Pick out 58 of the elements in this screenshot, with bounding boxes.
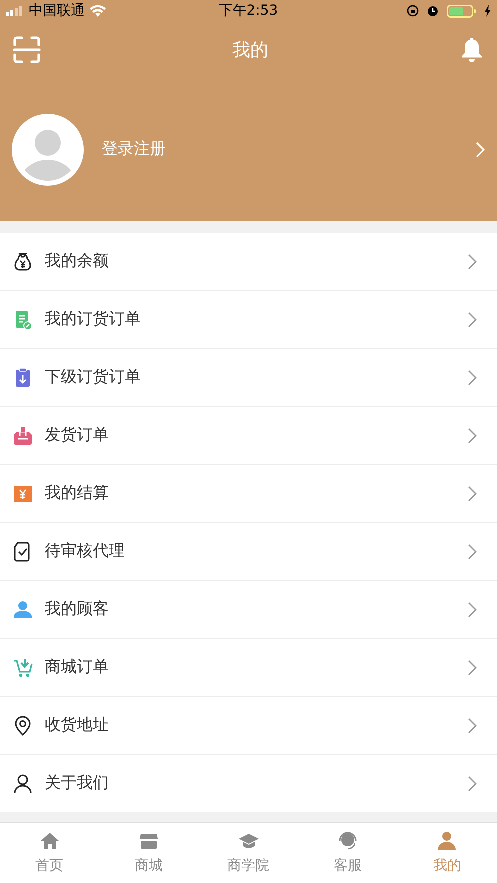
scan-icon[interactable] — [13, 36, 41, 64]
person-icon — [437, 831, 458, 851]
checklist-icon — [13, 542, 33, 562]
menu-label: 我的余额 — [45, 251, 110, 272]
menu-label: 下级订货订单 — [45, 367, 142, 388]
chevron-right-icon — [468, 370, 477, 386]
battery-icon — [446, 4, 477, 18]
menu-label: 我的订货订单 — [45, 309, 142, 330]
menu-label: 收货地址 — [45, 715, 110, 736]
chevron-right-icon — [468, 544, 477, 560]
menu-item[interactable]: 我的订货订单 — [0, 291, 497, 349]
menu-item[interactable]: 我的余额 — [0, 233, 497, 291]
wifi-icon — [90, 5, 106, 17]
cart-icon — [13, 658, 33, 678]
document-icon — [13, 310, 33, 330]
chevron-right-icon[interactable] — [476, 142, 485, 158]
rotation-lock-icon — [406, 5, 419, 17]
money-bag-icon — [13, 252, 33, 272]
graduation-cap-icon — [238, 831, 259, 851]
chevron-right-icon — [468, 486, 477, 502]
avatar-icon — [12, 114, 84, 186]
person-icon — [13, 774, 33, 794]
status-time: 下午2:53 — [218, 2, 278, 20]
chevron-right-icon — [468, 660, 477, 676]
chevron-right-icon — [468, 718, 477, 734]
menu-label: 关于我们 — [45, 773, 110, 794]
menu-item[interactable]: 我的结算 — [0, 465, 497, 523]
menu-label: 我的顾客 — [45, 599, 110, 620]
headset-icon — [338, 831, 358, 851]
menu-label: 待审核代理 — [45, 541, 126, 562]
menu-item[interactable]: 收货地址 — [0, 697, 497, 755]
charging-icon — [484, 5, 491, 17]
home-icon — [40, 831, 60, 851]
chevron-right-icon — [468, 312, 477, 328]
menu-item[interactable]: 发货订单 — [0, 407, 497, 465]
menu-item[interactable]: 下级订货订单 — [0, 349, 497, 407]
box-icon — [13, 426, 33, 446]
location-pin-icon — [13, 716, 33, 736]
signal-icon — [6, 6, 24, 16]
menu-item[interactable]: 我的顾客 — [0, 581, 497, 639]
menu-label: 发货订单 — [45, 425, 110, 446]
chevron-right-icon — [468, 776, 477, 792]
menu-item[interactable]: 待审核代理 — [0, 523, 497, 581]
chevron-right-icon — [468, 602, 477, 618]
chevron-right-icon — [468, 254, 477, 270]
menu-label: 我的结算 — [45, 483, 110, 504]
menu-item[interactable]: 关于我们 — [0, 755, 497, 812]
page-title: 我的 — [232, 39, 268, 62]
menu-item[interactable]: 商城订单 — [0, 639, 497, 697]
menu-label: 商城订单 — [45, 657, 110, 678]
store-icon — [139, 831, 160, 851]
clipboard-icon — [13, 368, 33, 388]
bell-icon[interactable] — [460, 37, 484, 63]
alarm-icon — [426, 5, 439, 17]
people-icon — [13, 600, 33, 620]
coupon-icon — [13, 484, 33, 504]
chevron-right-icon — [468, 428, 477, 444]
carrier-name: 中国联通 — [29, 2, 85, 20]
